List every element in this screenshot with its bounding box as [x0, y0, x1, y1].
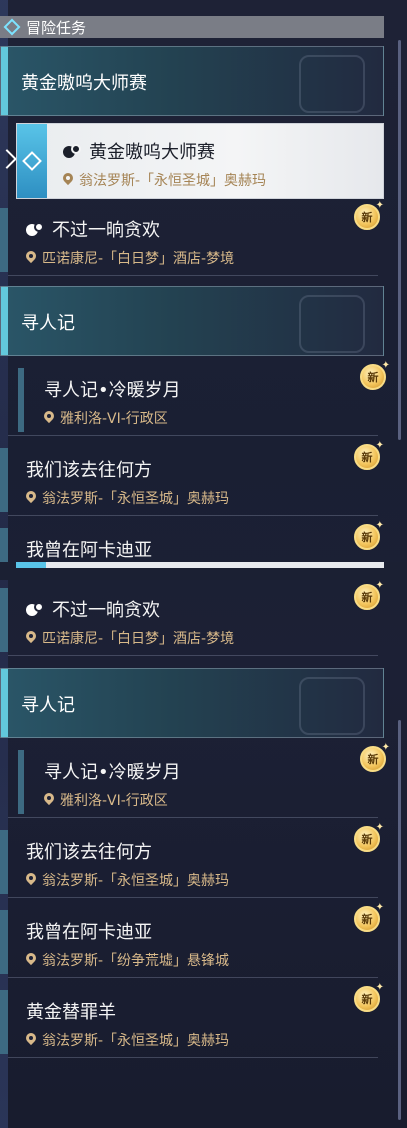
- quest-name: 我们该去往何方: [26, 460, 152, 481]
- quest-type-icon: [26, 222, 44, 238]
- new-badge: 新 ✦: [354, 440, 384, 470]
- category-header[interactable]: 寻人记: [0, 286, 384, 356]
- location-pin-icon: [63, 173, 73, 187]
- quest-name: 我们该去往何方: [26, 842, 152, 863]
- new-badge: 新 ✦: [354, 580, 384, 610]
- location-pin-icon: [26, 491, 36, 505]
- quest-name: 黄金嗷呜大师赛: [63, 138, 215, 164]
- quest-item[interactable]: 不过一晌贪欢 匹诺康尼-「白日梦」酒店-梦境: [0, 584, 378, 656]
- quest-name: 寻人记•冷暖岁月: [44, 762, 181, 783]
- category-header[interactable]: 黄金嗷呜大师赛: [0, 46, 384, 116]
- quest-location: 翁法罗斯-「永恒圣城」奥赫玛: [26, 488, 229, 508]
- location-pin-icon: [26, 1033, 36, 1047]
- emblem-icon: [299, 55, 365, 113]
- category-label: 寻人记: [21, 313, 75, 334]
- quest-location: 匹诺康尼-「白日梦」酒店-梦境: [26, 248, 234, 268]
- diamond-icon: [22, 151, 42, 171]
- location-pin-icon: [26, 873, 36, 887]
- quest-name: 不过一晌贪欢: [26, 216, 160, 242]
- quest-location: 翁法罗斯-「永恒圣城」奥赫玛: [26, 870, 229, 890]
- new-badge: 新 ✦: [354, 822, 384, 852]
- location-pin-icon: [44, 411, 54, 425]
- category-label: 寻人记: [21, 695, 75, 716]
- quest-item[interactable]: 黄金替罪羊 翁法罗斯-「永恒圣城」奥赫玛: [0, 986, 378, 1058]
- quest-location: 匹诺康尼-「白日梦」酒店-梦境: [26, 628, 234, 648]
- location-pin-icon: [26, 953, 36, 967]
- scrollbar[interactable]: [398, 40, 401, 440]
- location-pin-icon: [26, 251, 36, 265]
- new-badge: 新 ✦: [354, 982, 384, 1012]
- quest-item[interactable]: 寻人记•冷暖岁月 雅利洛-VI-行政区: [0, 746, 378, 818]
- section-header: 冒险任务: [0, 16, 384, 38]
- quest-item[interactable]: 我曾在阿卡迪亚: [0, 524, 378, 562]
- new-badge: 新 ✦: [360, 360, 390, 390]
- quest-name: 不过一晌贪欢: [26, 596, 160, 622]
- quest-location: 雅利洛-VI-行政区: [44, 790, 168, 810]
- quest-location: 翁法罗斯-「永恒圣城」奥赫玛: [26, 1030, 229, 1050]
- emblem-icon: [299, 295, 365, 353]
- location-pin-icon: [26, 631, 36, 645]
- quest-type-icon: [63, 144, 81, 160]
- category-label: 黄金嗷呜大师赛: [21, 73, 147, 94]
- quest-item[interactable]: 我们该去往何方 翁法罗斯-「永恒圣城」奥赫玛: [0, 826, 378, 898]
- quest-type-icon: [26, 602, 44, 618]
- selection-strip: [17, 124, 47, 198]
- emblem-icon: [299, 677, 365, 735]
- location-pin-icon: [44, 793, 54, 807]
- screenshot-divider: [0, 562, 407, 580]
- quest-location: 翁法罗斯-「纷争荒墟」悬锋城: [26, 950, 229, 970]
- quest-item[interactable]: 不过一晌贪欢 匹诺康尼-「白日梦」酒店-梦境: [0, 204, 378, 276]
- new-badge: 新 ✦: [360, 742, 390, 772]
- quest-item[interactable]: 我们该去往何方 翁法罗斯-「永恒圣城」奥赫玛: [0, 444, 378, 516]
- quest-item[interactable]: 寻人记•冷暖岁月 雅利洛-VI-行政区: [0, 364, 378, 436]
- selected-quest-item[interactable]: 黄金嗷呜大师赛 翁法罗斯-「永恒圣城」奥赫玛: [16, 123, 384, 199]
- quest-name: 寻人记•冷暖岁月: [44, 380, 181, 401]
- quest-item[interactable]: 我曾在阿卡迪亚 翁法罗斯-「纷争荒墟」悬锋城: [0, 906, 378, 978]
- category-header[interactable]: 寻人记: [0, 668, 384, 738]
- quest-name: 我曾在阿卡迪亚: [26, 922, 152, 943]
- new-badge: 新 ✦: [354, 200, 384, 230]
- diamond-icon: [3, 18, 21, 36]
- scrollbar[interactable]: [398, 720, 401, 1120]
- new-badge: 新 ✦: [354, 902, 384, 932]
- quest-location: 雅利洛-VI-行政区: [44, 408, 168, 428]
- quest-location: 翁法罗斯-「永恒圣城」奥赫玛: [63, 170, 266, 190]
- section-title: 冒险任务: [26, 18, 87, 37]
- quest-name: 我曾在阿卡迪亚: [26, 540, 152, 561]
- new-badge: 新 ✦: [354, 520, 384, 550]
- quest-name: 黄金替罪羊: [26, 1002, 116, 1023]
